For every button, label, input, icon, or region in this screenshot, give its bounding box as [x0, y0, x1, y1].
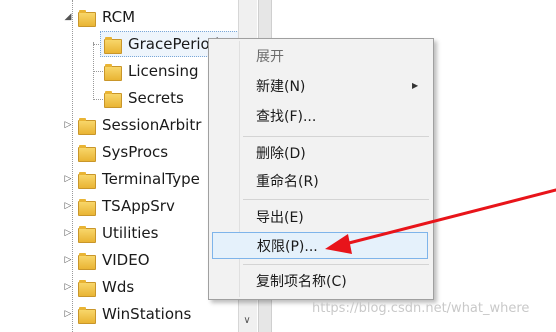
annotation-arrow-icon — [325, 188, 556, 254]
watermark: https://blog.csdn.net/what_where — [312, 301, 530, 316]
